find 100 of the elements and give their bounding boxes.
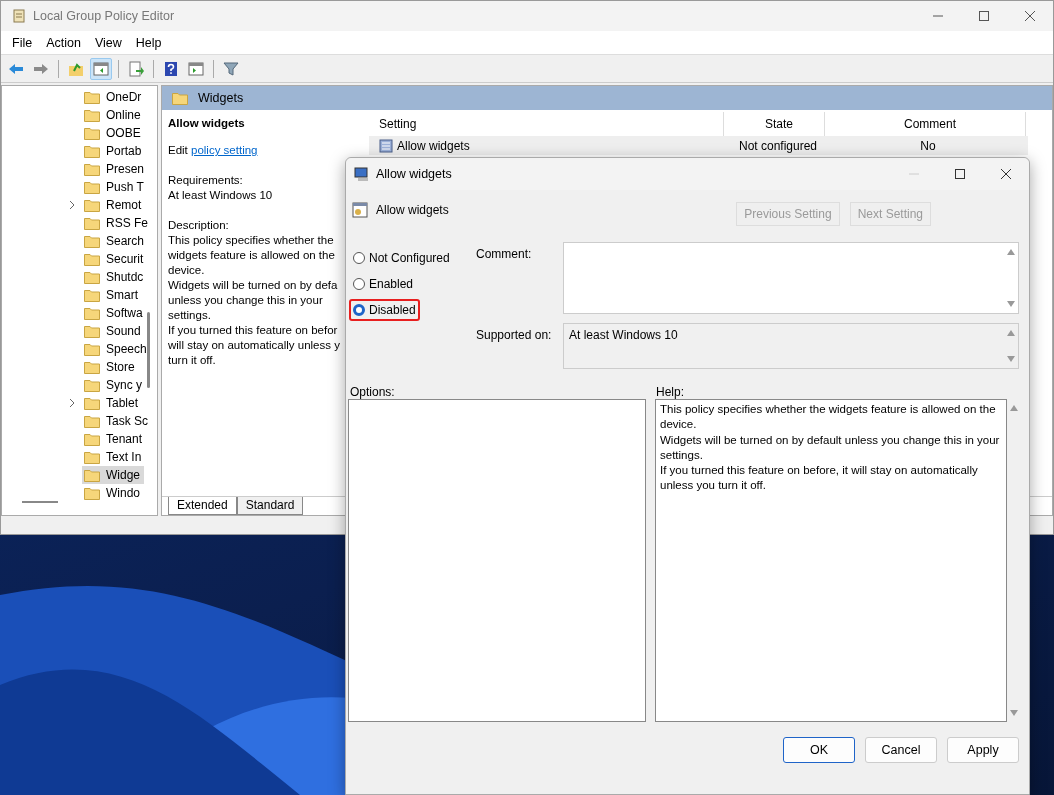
maximize-icon[interactable] <box>979 11 989 21</box>
folder-icon <box>84 432 100 446</box>
comment-label: Comment: <box>476 246 533 263</box>
description-line: device. <box>168 263 205 278</box>
pane-title: Widgets <box>198 91 244 105</box>
view-tab[interactable]: Extended <box>168 497 237 515</box>
chevron-right-icon[interactable] <box>69 200 75 210</box>
folder-icon <box>84 486 100 500</box>
folder-icon <box>84 198 100 212</box>
radio-icon[interactable] <box>353 304 365 316</box>
tree-item[interactable]: Portab <box>82 142 144 160</box>
description-line: will stay on automatically unless y <box>168 338 340 353</box>
scroll-up-icon[interactable] <box>1010 405 1018 411</box>
radio-option[interactable]: Disabled <box>353 303 416 317</box>
scroll-icon <box>11 8 27 24</box>
tree-item[interactable]: OOBE <box>82 124 144 142</box>
window-pane-icon <box>188 60 204 77</box>
description-line: unless you change this in your <box>168 293 323 308</box>
folder-icon <box>84 288 100 302</box>
window-pane-icon <box>93 60 109 77</box>
tree-item[interactable]: Text In <box>82 448 144 466</box>
scrollbar-thumb[interactable] <box>22 501 58 503</box>
tree-item[interactable]: Sync y <box>82 376 144 394</box>
radio-option[interactable]: Not Configured <box>353 251 450 265</box>
tree-item[interactable]: Windo <box>82 484 144 502</box>
show-tree-button[interactable] <box>90 57 112 80</box>
description-line: turn it off. <box>168 353 216 368</box>
table-row[interactable]: Allow widgets Not configured No <box>369 136 1028 155</box>
tree-item[interactable]: Speech <box>82 340 149 358</box>
edit-text: Edit policy setting <box>168 143 258 158</box>
chevron-right-icon[interactable] <box>69 398 75 408</box>
folder-icon <box>84 180 100 194</box>
policy-setting-link[interactable]: policy setting <box>191 144 258 156</box>
tree-item[interactable]: Widge <box>82 466 144 484</box>
description-line: Widgets will be turned on by defa <box>168 278 338 293</box>
tree-item[interactable]: Smart <box>82 286 144 304</box>
folder-icon <box>84 144 100 158</box>
computer-icon <box>354 166 370 182</box>
table-cell: Allow widgets <box>397 138 470 153</box>
supported-on-text: At least Windows 10 <box>568 327 679 344</box>
tree-item[interactable]: Store <box>82 358 144 376</box>
window-title: Local Group Policy Editor <box>33 9 175 23</box>
tree-item[interactable]: Softwa <box>82 304 145 322</box>
supported-on-label: Supported on: <box>476 327 553 344</box>
folder-icon <box>84 414 100 428</box>
description-line: This policy specifies whether the <box>168 233 334 248</box>
folder-icon <box>84 360 100 374</box>
folder-icon <box>84 162 100 176</box>
menu-item[interactable]: Help <box>128 35 169 50</box>
comment-field[interactable] <box>563 242 1019 314</box>
policy-icon <box>379 138 393 153</box>
tree-item[interactable]: Push T <box>82 178 146 196</box>
tree-item[interactable]: Online <box>82 106 144 124</box>
ok-button[interactable]: OK <box>783 737 855 763</box>
menu-item[interactable]: Action <box>39 35 88 50</box>
menu-item[interactable]: View <box>87 35 129 50</box>
folder-icon <box>84 252 100 266</box>
tree-item[interactable]: Search <box>82 232 147 250</box>
requirements-text: At least Windows 10 <box>168 188 273 203</box>
tree-item[interactable]: Shutdc <box>82 268 146 286</box>
maximize-icon[interactable] <box>955 169 965 179</box>
cancel-button[interactable]: Cancel <box>865 737 937 763</box>
folder-icon <box>172 91 188 105</box>
tree-item[interactable]: Tablet <box>82 394 144 412</box>
description-label: Description: <box>168 218 229 233</box>
description-line: If you turned this feature on befor <box>168 323 338 338</box>
description-line: settings. <box>168 308 211 323</box>
scroll-down-icon[interactable] <box>1010 710 1018 716</box>
tree-item[interactable]: Sound <box>82 322 144 340</box>
folder-icon <box>84 378 100 392</box>
folder-icon <box>84 468 100 482</box>
policy-icon <box>352 202 368 218</box>
tree-item[interactable]: Remot <box>82 196 144 214</box>
view-tab[interactable]: Standard <box>236 497 304 515</box>
menu-item[interactable]: File <box>5 35 40 50</box>
policy-title: Allow widgets <box>168 116 246 131</box>
scroll-down-icon[interactable] <box>1007 301 1015 307</box>
folder-icon <box>84 234 100 248</box>
close-icon[interactable] <box>1001 169 1011 179</box>
tree-item[interactable]: OneDr <box>82 88 144 106</box>
folder-icon <box>84 216 100 230</box>
scroll-down-icon[interactable] <box>1007 356 1015 362</box>
setting-name: Allow widgets <box>376 203 449 217</box>
close-icon[interactable] <box>1025 11 1035 21</box>
radio-option[interactable]: Enabled <box>353 277 414 291</box>
tree-item[interactable]: Tenant <box>82 430 145 448</box>
help-label: Help: <box>656 385 684 399</box>
scroll-up-icon[interactable] <box>1007 249 1015 255</box>
scroll-up-icon[interactable] <box>1007 330 1015 336</box>
folder-icon <box>84 126 100 140</box>
scrollbar-thumb[interactable] <box>147 312 150 388</box>
apply-button[interactable]: Apply <box>947 737 1019 763</box>
tree-item[interactable]: Presen <box>82 160 147 178</box>
radio-icon[interactable] <box>353 278 365 290</box>
radio-icon[interactable] <box>353 252 365 264</box>
tree-item[interactable]: Task Sc <box>82 412 150 430</box>
folder-icon <box>84 324 100 338</box>
tree-item[interactable]: Securit <box>82 250 146 268</box>
folder-icon <box>84 108 100 122</box>
tree-item[interactable]: RSS Fe <box>82 214 150 232</box>
